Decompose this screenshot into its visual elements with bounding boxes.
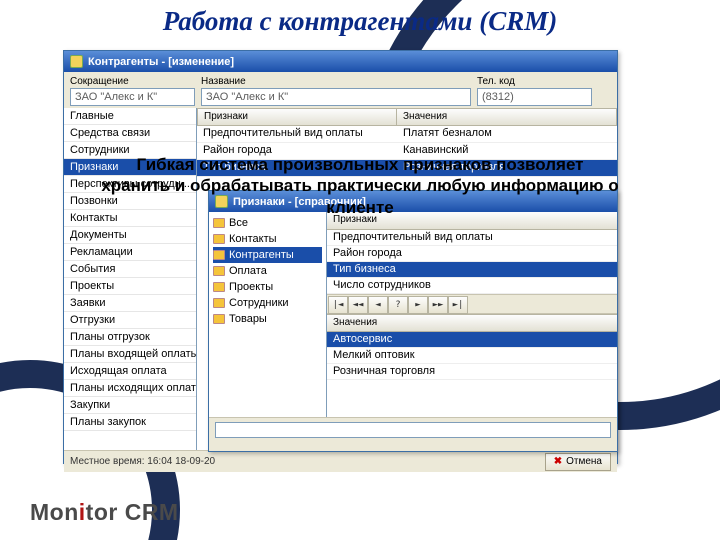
nav-button[interactable]: ► bbox=[408, 296, 428, 314]
list-item[interactable]: Мелкий оптовик bbox=[327, 348, 617, 364]
tree-item-label: Контакты bbox=[229, 233, 277, 245]
shortname-input[interactable] bbox=[70, 88, 195, 106]
folder-icon bbox=[213, 298, 225, 308]
label-shortname: Сокращение bbox=[70, 76, 195, 87]
label-telcode: Тел. код bbox=[477, 76, 592, 87]
sidebar-item[interactable]: Заявки bbox=[64, 295, 196, 312]
nav-button[interactable]: ►► bbox=[428, 296, 448, 314]
header-fields-row: Сокращение Название Тел. код bbox=[64, 72, 617, 108]
main-titlebar[interactable]: Контрагенты - [изменение] bbox=[64, 51, 617, 72]
tree-item-label: Контрагенты bbox=[229, 249, 294, 261]
list-item[interactable]: Автосервис bbox=[327, 332, 617, 348]
sidebar-item[interactable]: Планы входящей оплаты bbox=[64, 346, 196, 363]
tree-item[interactable]: Товары bbox=[213, 311, 322, 327]
table-row[interactable]: Предпочтительный вид оплатыПлатят безнал… bbox=[197, 126, 617, 143]
folder-icon bbox=[213, 234, 225, 244]
reference-popup: Признаки - [справочник] ВсеКонтактыКонтр… bbox=[208, 190, 618, 452]
tree-item[interactable]: Контрагенты bbox=[213, 247, 322, 263]
tree-item-label: Все bbox=[229, 217, 248, 229]
cancel-button[interactable]: ✖ Отмена bbox=[545, 453, 611, 471]
sidebar-item[interactable]: Планы закупок bbox=[64, 414, 196, 431]
sidebar-item[interactable]: Средства связи bbox=[64, 125, 196, 142]
statusbar: Местное время: 16:04 18-09-20 ✖ Отмена bbox=[64, 450, 617, 472]
popup-value-header: Значения bbox=[327, 314, 617, 332]
fullname-input[interactable] bbox=[201, 88, 471, 106]
list-item[interactable]: Розничная торговля bbox=[327, 364, 617, 380]
app-icon bbox=[70, 55, 83, 68]
cancel-button-label: Отмена bbox=[566, 456, 602, 467]
popup-footer bbox=[209, 417, 617, 451]
popup-search-input[interactable] bbox=[215, 422, 611, 438]
nav-button[interactable]: ►| bbox=[448, 296, 468, 314]
popup-attr-list: Предпочтительный вид оплатыРайон городаТ… bbox=[327, 230, 617, 294]
cell-attr: Предпочтительный вид оплаты bbox=[197, 126, 397, 143]
popup-value-list: АвтосервисМелкий оптовикРозничная торгов… bbox=[327, 332, 617, 380]
telcode-input[interactable] bbox=[477, 88, 592, 106]
tree-item-label: Оплата bbox=[229, 265, 267, 277]
logo: Monitor CRM bbox=[30, 499, 179, 526]
nav-button[interactable]: ◄ bbox=[368, 296, 388, 314]
sidebar-item[interactable]: Рекламации bbox=[64, 244, 196, 261]
record-navigator: |◄◄◄◄?►►►►| bbox=[327, 294, 617, 314]
sidebar-item[interactable]: Закупки bbox=[64, 397, 196, 414]
nav-button[interactable]: ◄◄ bbox=[348, 296, 368, 314]
grid-header: Признаки Значения bbox=[197, 108, 617, 126]
category-tree: Все Контакты Контрагенты Оплата Проекты Сотру… bbox=[209, 212, 327, 417]
slide-title: Работа с контрагентами (CRM) bbox=[0, 6, 720, 37]
folder-icon bbox=[213, 314, 225, 324]
sidebar-item[interactable]: Планы исходящих оплат bbox=[64, 380, 196, 397]
sidebar-item[interactable]: Главные bbox=[64, 108, 196, 125]
main-window-title: Контрагенты - [изменение] bbox=[88, 56, 234, 68]
close-icon: ✖ bbox=[554, 456, 562, 467]
sidebar-item[interactable]: Отгрузки bbox=[64, 312, 196, 329]
list-item[interactable]: Предпочтительный вид оплаты bbox=[327, 230, 617, 246]
tree-item-label: Товары bbox=[229, 313, 267, 325]
sidebar-item[interactable]: Проекты bbox=[64, 278, 196, 295]
nav-button[interactable]: |◄ bbox=[328, 296, 348, 314]
folder-icon bbox=[213, 282, 225, 292]
list-item[interactable]: Район города bbox=[327, 246, 617, 262]
tree-item[interactable]: Сотрудники bbox=[213, 295, 322, 311]
list-item[interactable]: Число сотрудников bbox=[327, 278, 617, 294]
sidebar-item[interactable]: События bbox=[64, 261, 196, 278]
tree-item[interactable]: Проекты bbox=[213, 279, 322, 295]
label-fullname: Название bbox=[201, 76, 471, 87]
folder-icon bbox=[213, 218, 225, 228]
tree-item[interactable]: Оплата bbox=[213, 263, 322, 279]
sidebar-item[interactable]: Планы отгрузок bbox=[64, 329, 196, 346]
col-header-value[interactable]: Значения bbox=[397, 108, 617, 126]
popup-right-pane: Признаки Предпочтительный вид оплатыРайо… bbox=[327, 212, 617, 417]
sidebar-item[interactable]: Документы bbox=[64, 227, 196, 244]
cell-value: Платят безналом bbox=[397, 126, 617, 143]
folder-icon bbox=[213, 266, 225, 276]
tree-item-label: Сотрудники bbox=[229, 297, 289, 309]
status-time: Местное время: 16:04 18-09-20 bbox=[70, 456, 215, 467]
tree-item[interactable]: Контакты bbox=[213, 231, 322, 247]
col-header-attr[interactable]: Признаки bbox=[197, 108, 397, 126]
tree-item-label: Проекты bbox=[229, 281, 273, 293]
folder-icon bbox=[213, 250, 225, 260]
nav-button[interactable]: ? bbox=[388, 296, 408, 314]
list-item[interactable]: Тип бизнеса bbox=[327, 262, 617, 278]
slide-caption: Гибкая система произвольных признаков по… bbox=[100, 154, 620, 218]
sidebar-item[interactable]: Исходящая оплата bbox=[64, 363, 196, 380]
